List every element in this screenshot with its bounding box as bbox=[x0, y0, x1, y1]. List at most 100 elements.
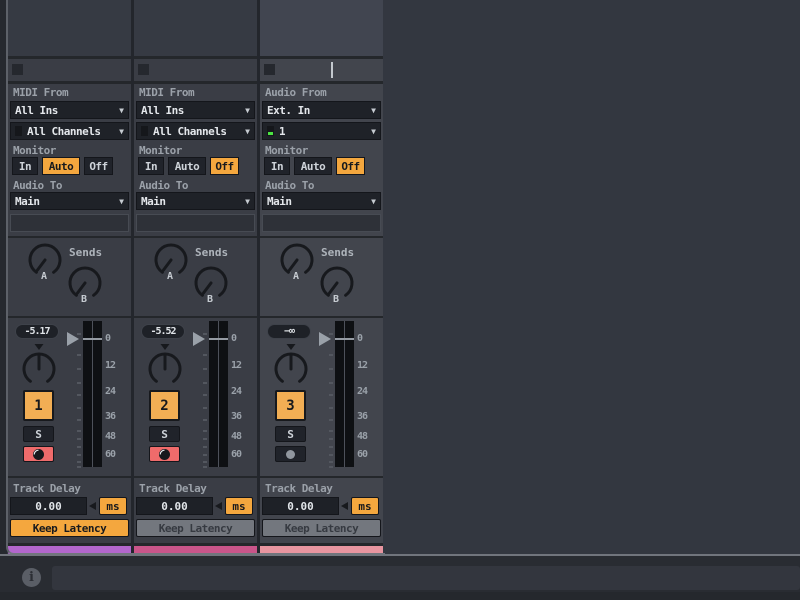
solo-button[interactable]: S bbox=[23, 426, 54, 442]
chevron-down-icon: ▼ bbox=[371, 197, 376, 206]
monitor-auto-button[interactable]: Auto bbox=[42, 157, 80, 175]
output-device-dropdown[interactable]: Main ▼ bbox=[10, 192, 129, 210]
horizontal-splitter[interactable] bbox=[0, 554, 800, 556]
track-delay-value[interactable]: 0.00 bbox=[10, 497, 87, 515]
meter-tick bbox=[77, 446, 81, 448]
track-delay-section: Track Delay 0.00 ms Keep Latency bbox=[8, 478, 131, 543]
monitor-label: Monitor bbox=[13, 144, 56, 157]
monitor-auto-button[interactable]: Auto bbox=[168, 157, 206, 175]
input-device-value: All Ins bbox=[15, 104, 58, 117]
monitor-row: InAutoOff bbox=[264, 157, 365, 175]
monitor-in-button[interactable]: In bbox=[12, 157, 38, 175]
pan-knob[interactable] bbox=[271, 343, 311, 387]
meter-tick bbox=[77, 419, 81, 421]
monitor-off-button[interactable]: Off bbox=[336, 157, 365, 175]
input-channel-value: All Channels bbox=[27, 125, 100, 138]
output-channel-box[interactable] bbox=[10, 214, 129, 232]
clip-slot[interactable] bbox=[134, 0, 257, 56]
clip-stop-button[interactable] bbox=[138, 64, 149, 75]
meter-tick bbox=[77, 368, 81, 370]
send-b-label: B bbox=[81, 294, 87, 305]
audio-to-label: Audio To bbox=[265, 179, 314, 192]
input-channel-dropdown[interactable]: All Channels ▼ bbox=[10, 122, 129, 140]
meter-scale-label: 48 bbox=[231, 431, 241, 442]
info-text-area bbox=[52, 566, 800, 590]
sends-label: Sends bbox=[321, 246, 354, 259]
pan-knob[interactable] bbox=[145, 343, 185, 387]
delay-decrement-arrow-icon[interactable] bbox=[215, 502, 222, 510]
monitor-off-button[interactable]: Off bbox=[210, 157, 239, 175]
input-device-dropdown[interactable]: Ext. In ▼ bbox=[262, 101, 381, 119]
meter-tick bbox=[77, 454, 81, 456]
meter-tick bbox=[77, 461, 81, 463]
meter-tick bbox=[77, 382, 81, 384]
sends-section: Sends A B bbox=[260, 238, 383, 316]
delay-decrement-arrow-icon[interactable] bbox=[89, 502, 96, 510]
chevron-down-icon: ▼ bbox=[371, 127, 376, 136]
meter-scale-label: 48 bbox=[105, 431, 115, 442]
clip-stop-button[interactable] bbox=[264, 64, 275, 75]
meter-tick bbox=[203, 466, 207, 468]
arm-button[interactable] bbox=[23, 446, 54, 462]
delay-unit-button[interactable]: ms bbox=[225, 497, 253, 515]
audio-to-label: Audio To bbox=[139, 179, 188, 192]
meter-scale-label: 36 bbox=[357, 411, 367, 422]
track-strip: MIDI From All Ins ▼ All Channels ▼ Monit… bbox=[134, 0, 257, 554]
track-activator-button[interactable]: 1 bbox=[23, 390, 54, 421]
track-activator-button[interactable]: 2 bbox=[149, 390, 180, 421]
solo-button[interactable]: S bbox=[275, 426, 306, 442]
sends-label: Sends bbox=[195, 246, 228, 259]
peak-level-display[interactable]: -5.17 bbox=[15, 324, 59, 339]
input-device-dropdown[interactable]: All Ins ▼ bbox=[10, 101, 129, 119]
monitor-in-button[interactable]: In bbox=[138, 157, 164, 175]
monitor-auto-button[interactable]: Auto bbox=[294, 157, 332, 175]
delay-unit-button[interactable]: ms bbox=[99, 497, 127, 515]
volume-position-line bbox=[335, 338, 354, 340]
keep-latency-button[interactable]: Keep Latency bbox=[136, 519, 255, 537]
output-channel-box[interactable] bbox=[262, 214, 381, 232]
track-delay-value[interactable]: 0.00 bbox=[136, 497, 213, 515]
track-activator-button[interactable]: 3 bbox=[275, 390, 306, 421]
arm-button[interactable] bbox=[149, 446, 180, 462]
monitor-in-button[interactable]: In bbox=[264, 157, 290, 175]
input-channel-meter bbox=[267, 126, 274, 136]
info-icon[interactable]: i bbox=[22, 568, 41, 587]
level-meter[interactable] bbox=[335, 321, 354, 467]
input-device-value: Ext. In bbox=[267, 104, 310, 117]
meter-tick bbox=[329, 333, 333, 335]
delay-unit-button[interactable]: ms bbox=[351, 497, 379, 515]
sends-label: Sends bbox=[69, 246, 102, 259]
solo-button[interactable]: S bbox=[149, 426, 180, 442]
input-device-dropdown[interactable]: All Ins ▼ bbox=[136, 101, 255, 119]
meter-tick bbox=[329, 394, 333, 396]
meter-tick bbox=[329, 461, 333, 463]
peak-level-display[interactable]: -5.52 bbox=[141, 324, 185, 339]
output-channel-box[interactable] bbox=[136, 214, 255, 232]
level-meter[interactable] bbox=[209, 321, 228, 467]
output-device-dropdown[interactable]: Main ▼ bbox=[262, 192, 381, 210]
keep-latency-button[interactable]: Keep Latency bbox=[10, 519, 129, 537]
meter-tick bbox=[329, 454, 333, 456]
input-channel-dropdown[interactable]: All Channels ▼ bbox=[136, 122, 255, 140]
clip-slot[interactable] bbox=[8, 0, 131, 56]
peak-level-display[interactable]: −∞ bbox=[267, 324, 311, 339]
clip-stop-button[interactable] bbox=[12, 64, 23, 75]
monitor-off-button[interactable]: Off bbox=[84, 157, 113, 175]
input-channel-dropdown[interactable]: 1 ▼ bbox=[262, 122, 381, 140]
meter-scale-label: 0 bbox=[231, 333, 236, 344]
meter-tick bbox=[329, 446, 333, 448]
track-delay-value[interactable]: 0.00 bbox=[262, 497, 339, 515]
chevron-down-icon: ▼ bbox=[119, 197, 124, 206]
meter-scale-label: 24 bbox=[105, 386, 115, 397]
input-channel-value: 1 bbox=[279, 125, 285, 138]
meter-tick bbox=[203, 438, 207, 440]
keep-latency-button[interactable]: Keep Latency bbox=[262, 519, 381, 537]
meter-scale-label: 0 bbox=[357, 333, 362, 344]
output-device-dropdown[interactable]: Main ▼ bbox=[136, 192, 255, 210]
clip-slot[interactable] bbox=[260, 0, 383, 56]
tracks-container: MIDI From All Ins ▼ All Channels ▼ Monit… bbox=[8, 0, 383, 554]
level-meter[interactable] bbox=[83, 321, 102, 467]
arm-button[interactable] bbox=[275, 446, 306, 462]
pan-knob[interactable] bbox=[19, 343, 59, 387]
delay-decrement-arrow-icon[interactable] bbox=[341, 502, 348, 510]
